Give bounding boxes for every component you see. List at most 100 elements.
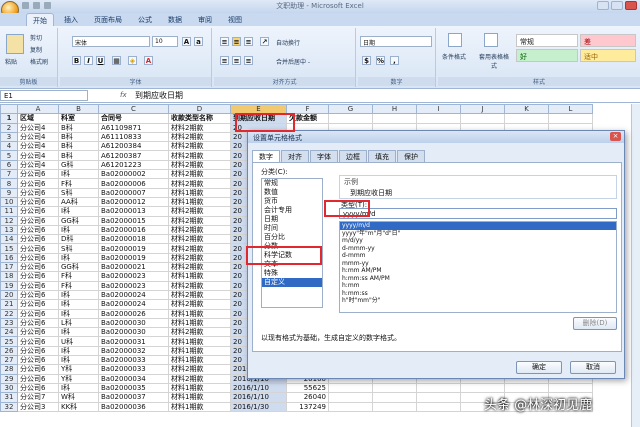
cell[interactable]: B科 — [58, 131, 99, 143]
redo-icon[interactable] — [44, 2, 51, 9]
row-header[interactable]: 15 — [0, 243, 18, 254]
cell[interactable]: 分公司6 — [17, 187, 59, 198]
cell[interactable]: 分公司6 — [17, 169, 59, 180]
shrink-font-icon[interactable]: a — [194, 37, 203, 46]
wrap-text-button[interactable]: 自动换行 — [276, 38, 300, 47]
cell[interactable]: 137249 — [286, 401, 329, 412]
cell[interactable]: S科 — [58, 187, 99, 198]
align-right-icon[interactable]: ≡ — [244, 56, 253, 65]
cell[interactable] — [416, 113, 461, 124]
format-item[interactable]: h:mm:ss AM/PM — [340, 275, 616, 283]
cell[interactable]: F科 — [58, 271, 99, 282]
cell[interactable]: 材料2期款 — [168, 178, 231, 189]
format-item[interactable]: m/d/yy — [340, 237, 616, 245]
cell[interactable]: 材料2期款 — [168, 141, 231, 152]
row-header[interactable]: 31 — [0, 392, 18, 403]
cell[interactable]: 分公司6 — [17, 243, 59, 254]
cell[interactable]: 材料2期款 — [168, 224, 231, 236]
currency-icon[interactable]: $ — [362, 56, 371, 65]
cell[interactable]: F科 — [58, 178, 99, 189]
align-center-icon[interactable]: ≡ — [232, 56, 241, 65]
row-header[interactable]: 25 — [0, 336, 18, 347]
row-header[interactable]: 32 — [0, 401, 18, 412]
cell[interactable]: I科 — [58, 224, 99, 236]
cell[interactable]: 材料1期款 — [168, 308, 231, 319]
window-controls[interactable] — [597, 1, 637, 10]
formula-content[interactable]: 到期应收日期 — [135, 90, 183, 101]
tab-view[interactable]: 视图 — [222, 13, 248, 26]
cell[interactable]: 合同号 — [98, 113, 169, 124]
cell[interactable]: Ba02000033 — [98, 354, 169, 366]
grow-font-icon[interactable]: A — [182, 37, 191, 46]
cell[interactable]: 分公司6 — [17, 178, 59, 189]
cell[interactable] — [416, 401, 461, 412]
cell[interactable]: I科 — [58, 169, 99, 180]
cell[interactable]: 分公司6 — [17, 336, 59, 347]
row-header[interactable]: 20 — [0, 289, 18, 301]
minimize-button[interactable] — [597, 1, 609, 10]
cell[interactable]: Ba02000013 — [98, 206, 169, 217]
undo-icon[interactable] — [33, 2, 40, 9]
cell[interactable]: Ba02000023 — [98, 271, 169, 282]
row-header[interactable]: 21 — [0, 299, 18, 310]
column-header[interactable]: A — [17, 104, 59, 115]
row-header[interactable]: 5 — [0, 150, 18, 161]
cell[interactable]: A61200387 — [98, 150, 169, 161]
cell[interactable]: F科 — [58, 280, 99, 291]
cell[interactable]: 材料2期款 — [168, 289, 231, 301]
cell[interactable]: 科室 — [58, 113, 99, 124]
cell[interactable]: 材料2期款 — [168, 215, 231, 226]
row-header[interactable]: 6 — [0, 159, 18, 171]
cell[interactable]: Ba02000037 — [98, 392, 169, 403]
tab-home[interactable]: 开始 — [26, 13, 54, 26]
cell[interactable]: 材料1期款 — [168, 187, 231, 198]
cell[interactable]: 材料2期款 — [168, 150, 231, 161]
cell[interactable]: 分公司4 — [17, 159, 59, 171]
row-header[interactable]: 16 — [0, 252, 18, 264]
cell[interactable]: 分公司6 — [17, 206, 59, 217]
category-item[interactable]: 常规 — [262, 179, 322, 188]
select-all-corner[interactable] — [0, 104, 18, 115]
cell[interactable] — [328, 401, 373, 412]
font-color-icon[interactable]: A — [144, 56, 153, 65]
align-top-icon[interactable]: ≡ — [220, 37, 229, 46]
cell[interactable]: W科 — [58, 392, 99, 403]
fill-color-icon[interactable]: ◈ — [128, 56, 137, 65]
name-box[interactable]: E1 — [0, 90, 88, 101]
cell[interactable]: I科 — [58, 289, 99, 301]
tab-insert[interactable]: 插入 — [58, 13, 84, 26]
paste-icon[interactable] — [6, 34, 24, 54]
cell[interactable] — [328, 382, 373, 394]
style-bad[interactable]: 差 — [580, 34, 636, 47]
cell[interactable]: Ba02000023 — [98, 280, 169, 291]
category-item[interactable]: 时间 — [262, 224, 322, 233]
tab-page-layout[interactable]: 页面布局 — [88, 13, 128, 26]
format-item[interactable]: h:mm — [340, 282, 616, 290]
cell[interactable]: 分公司6 — [17, 354, 59, 366]
row-header[interactable]: 10 — [0, 196, 18, 208]
cell[interactable]: Ba02000012 — [98, 196, 169, 208]
cell[interactable]: A61201223 — [98, 159, 169, 171]
cell[interactable]: I科 — [58, 252, 99, 264]
cell[interactable]: 分公司6 — [17, 234, 59, 245]
orientation-icon[interactable]: ↗ — [260, 37, 269, 46]
cell[interactable]: B科 — [58, 122, 99, 133]
cell[interactable]: Ba02000026 — [98, 308, 169, 319]
cell[interactable]: Ba02000035 — [98, 382, 169, 394]
cell[interactable]: 材料2期款 — [168, 299, 231, 310]
format-item[interactable]: h"时"mm"分" — [340, 297, 616, 305]
dialog-close-icon[interactable]: × — [610, 132, 621, 141]
cell[interactable]: 材料2期款 — [168, 131, 231, 143]
conditional-format-icon[interactable] — [448, 33, 462, 47]
cell[interactable]: 分公司4 — [17, 131, 59, 143]
row-header[interactable]: 1 — [0, 113, 18, 124]
cell[interactable]: U科 — [58, 336, 99, 347]
row-header[interactable]: 4 — [0, 141, 18, 152]
cell[interactable]: 材料2期款 — [168, 234, 231, 245]
cell[interactable]: 材料2期款 — [168, 373, 231, 384]
category-item[interactable]: 特殊 — [262, 269, 322, 278]
percent-icon[interactable]: % — [376, 56, 385, 65]
cell[interactable]: Ba02000015 — [98, 215, 169, 226]
cell[interactable]: GG科 — [58, 262, 99, 273]
cell[interactable]: Ba02000016 — [98, 224, 169, 236]
